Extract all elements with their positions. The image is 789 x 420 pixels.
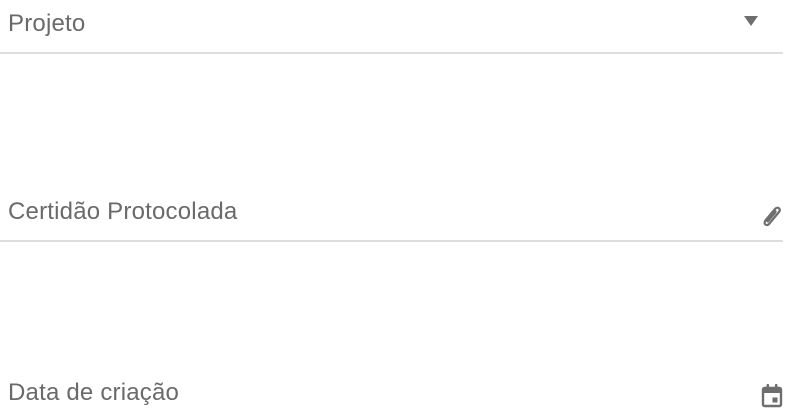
- data-de-criacao-label: Data de criação: [8, 379, 180, 406]
- data-de-criacao-date-input[interactable]: Data de criação: [0, 360, 789, 420]
- certidao-protocolada-label: Certidão Protocolada: [8, 198, 238, 225]
- projeto-underline: [0, 52, 783, 54]
- projeto-select[interactable]: Projeto: [0, 0, 789, 60]
- projeto-label: Projeto: [8, 10, 86, 37]
- certidao-protocolada-file-input[interactable]: Certidão Protocolada: [0, 185, 789, 245]
- paperclip-icon[interactable]: [756, 199, 786, 231]
- certidao-underline: [0, 240, 783, 242]
- calendar-icon[interactable]: [757, 380, 787, 412]
- dropdown-triangle-icon[interactable]: [736, 8, 766, 34]
